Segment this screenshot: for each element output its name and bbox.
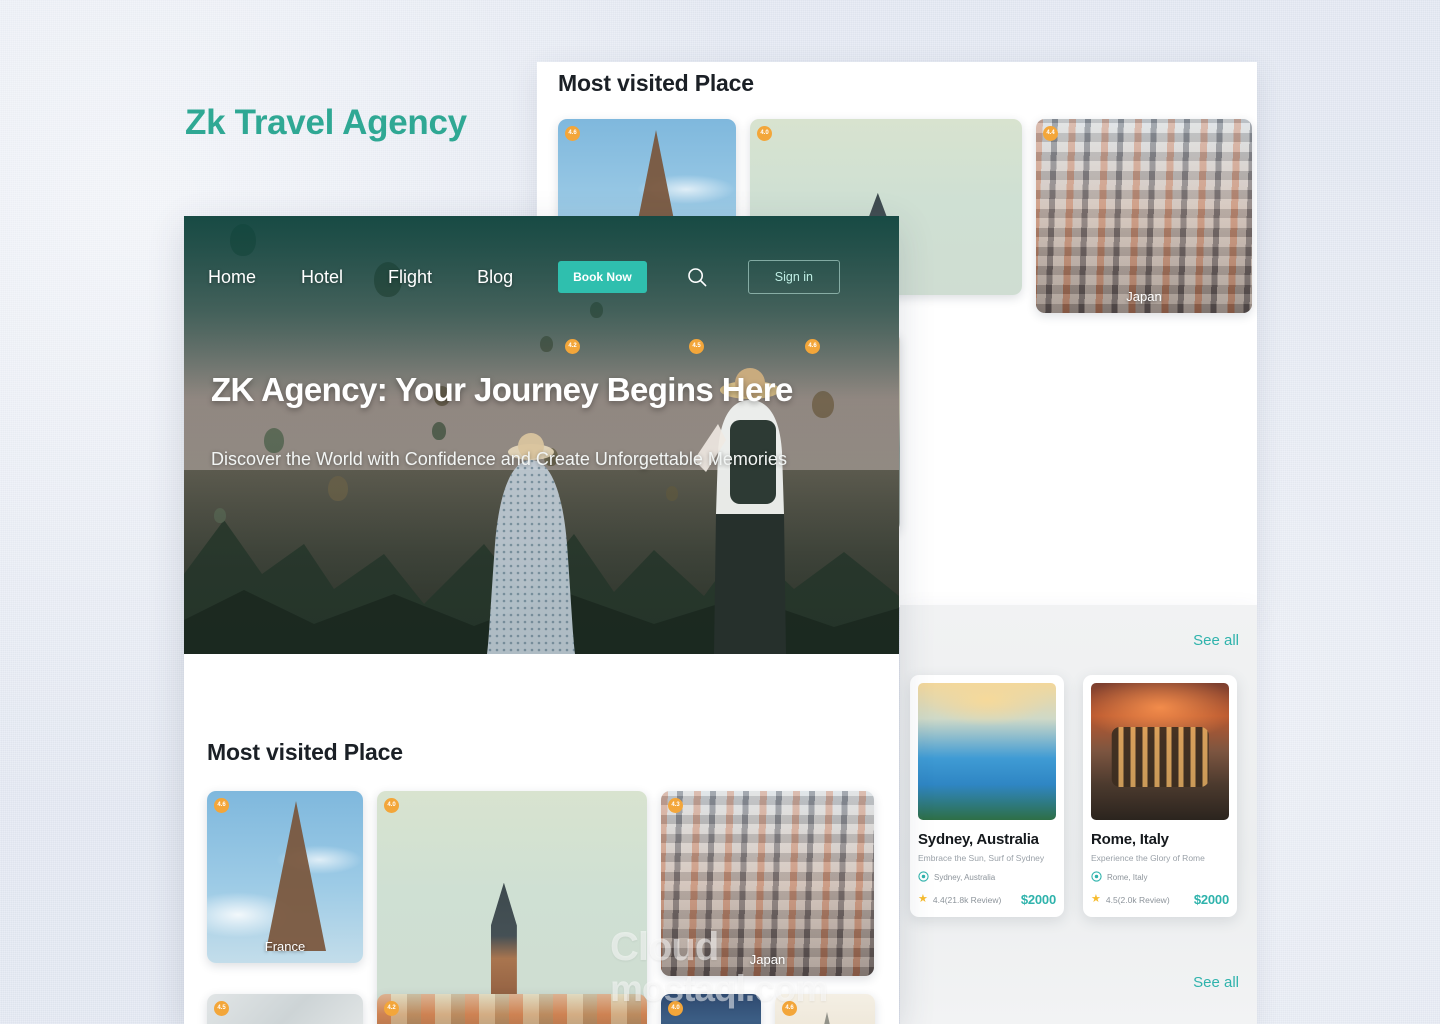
nav-link-blog[interactable]: Blog bbox=[477, 267, 513, 288]
rating-badge: 4.0 bbox=[384, 798, 399, 813]
place-photo bbox=[661, 791, 874, 976]
trip-subtitle: Experience the Glory of Rome bbox=[1091, 853, 1205, 863]
rating-badge: 4.2 bbox=[384, 1001, 399, 1016]
trip-rating-text: 4.5(2.0k Review) bbox=[1105, 894, 1170, 905]
hero-subtitle: Discover the World with Confidence and C… bbox=[211, 449, 787, 469]
main-place-grid-row2: 4.5 4.2 4.0 4.6 bbox=[207, 994, 875, 1024]
rating-badge: 4.6 bbox=[805, 339, 820, 354]
sign-in-button[interactable]: Sign in bbox=[747, 260, 840, 294]
nav-link-hotel[interactable]: Hotel bbox=[301, 267, 343, 288]
trip-subtitle: Embrace the Sun, Surf of Sydney bbox=[918, 853, 1045, 863]
trip-rating: ★ 4.4(21.8k Review) bbox=[918, 894, 1001, 905]
rating-badge: 4.6 bbox=[565, 126, 580, 141]
place-card[interactable]: 4.6 bbox=[775, 994, 875, 1024]
place-card[interactable]: 4.2 bbox=[377, 994, 647, 1024]
rating-badge: 4.6 bbox=[782, 1001, 797, 1016]
place-photo bbox=[207, 994, 363, 1024]
see-all-link-bottom[interactable]: See all bbox=[1193, 974, 1239, 991]
trip-meta-row: ★ 4.4(21.8k Review) $2000 bbox=[918, 892, 1056, 907]
place-card[interactable]: 4.0 bbox=[377, 791, 647, 1009]
star-icon: ★ bbox=[918, 893, 928, 905]
trip-location-text: Sydney, Australia bbox=[934, 873, 996, 882]
rating-badge: 4.2 bbox=[565, 339, 580, 354]
place-photo bbox=[1036, 119, 1252, 313]
place-card[interactable]: 4.3 Japan bbox=[661, 791, 874, 976]
rating-badge: 4.6 bbox=[214, 798, 229, 813]
see-all-link-top[interactable]: See all bbox=[1193, 632, 1239, 649]
place-card[interactable]: 4.4 Japan bbox=[1036, 119, 1252, 313]
trip-card[interactable]: Rome, Italy Experience the Glory of Rome R… bbox=[1083, 675, 1237, 917]
trip-card[interactable]: Sydney, Australia Embrace the Sun, Surf o… bbox=[910, 675, 1064, 917]
star-icon: ★ bbox=[1091, 893, 1101, 905]
trip-price: $2000 bbox=[1020, 892, 1056, 907]
search-icon[interactable] bbox=[686, 266, 708, 288]
right-panel-section-title: Most visited Place bbox=[558, 70, 754, 96]
rating-badge: 4.5 bbox=[689, 339, 704, 354]
place-caption: France bbox=[264, 939, 306, 954]
trip-title: Sydney, Australia bbox=[918, 831, 1039, 848]
trip-location: Rome, Italy bbox=[1091, 871, 1229, 884]
nav-link-home[interactable]: Home bbox=[208, 267, 256, 288]
trip-rating-text: 4.4(21.8k Review) bbox=[932, 894, 1002, 905]
location-pin-icon bbox=[918, 871, 929, 884]
trip-card-row: Sydney, Australia Embrace the Sun, Surf o… bbox=[910, 675, 1237, 917]
rating-badge: 4.5 bbox=[214, 1001, 229, 1016]
place-card[interactable]: 4.5 bbox=[207, 994, 363, 1024]
place-photo bbox=[377, 791, 647, 1009]
navigation-bar: Home Hotel Flight Blog Book Now Sign in bbox=[184, 260, 899, 294]
trip-rating: ★ 4.5(2.0k Review) bbox=[1091, 894, 1170, 905]
main-panel: Home Hotel Flight Blog Book Now Sign in … bbox=[184, 216, 899, 1024]
trip-photo bbox=[1091, 683, 1229, 820]
location-pin-icon bbox=[1091, 871, 1102, 884]
book-now-button[interactable]: Book Now bbox=[558, 261, 647, 293]
trip-meta-row: ★ 4.5(2.0k Review) $2000 bbox=[1091, 892, 1229, 907]
place-card[interactable]: 4.0 bbox=[661, 994, 761, 1024]
hero-section: Home Hotel Flight Blog Book Now Sign in … bbox=[184, 216, 899, 654]
place-photo bbox=[377, 994, 647, 1024]
hero-text-block: ZK Agency: Your Journey Begins Here Disc… bbox=[211, 371, 881, 470]
trip-title: Rome, Italy bbox=[1091, 831, 1169, 848]
page-title: Zk Travel Agency bbox=[185, 103, 467, 142]
trip-location: Sydney, Australia bbox=[918, 871, 1056, 884]
hero-title: ZK Agency: Your Journey Begins Here bbox=[211, 371, 793, 408]
rating-badge: 4.0 bbox=[668, 1001, 683, 1016]
trip-location-text: Rome, Italy bbox=[1107, 873, 1148, 882]
nav-link-flight[interactable]: Flight bbox=[388, 267, 432, 288]
trip-price: $2000 bbox=[1193, 892, 1229, 907]
rating-badge: 4.0 bbox=[757, 126, 772, 141]
main-place-grid: 4.6 France 4.0 4.3 Japan bbox=[207, 791, 874, 1009]
trips-panel: See all Sydney, Australia Embrace the Sun… bbox=[900, 605, 1257, 1024]
place-caption: Japan bbox=[749, 952, 786, 967]
trip-photo bbox=[918, 683, 1056, 820]
rating-badge: 4.4 bbox=[1043, 126, 1058, 141]
main-section-title: Most visited Place bbox=[207, 739, 403, 765]
place-caption: Japan bbox=[1126, 289, 1162, 304]
rating-badge: 4.3 bbox=[668, 798, 683, 813]
place-photo bbox=[207, 791, 363, 963]
place-card[interactable]: 4.6 France bbox=[207, 791, 363, 963]
